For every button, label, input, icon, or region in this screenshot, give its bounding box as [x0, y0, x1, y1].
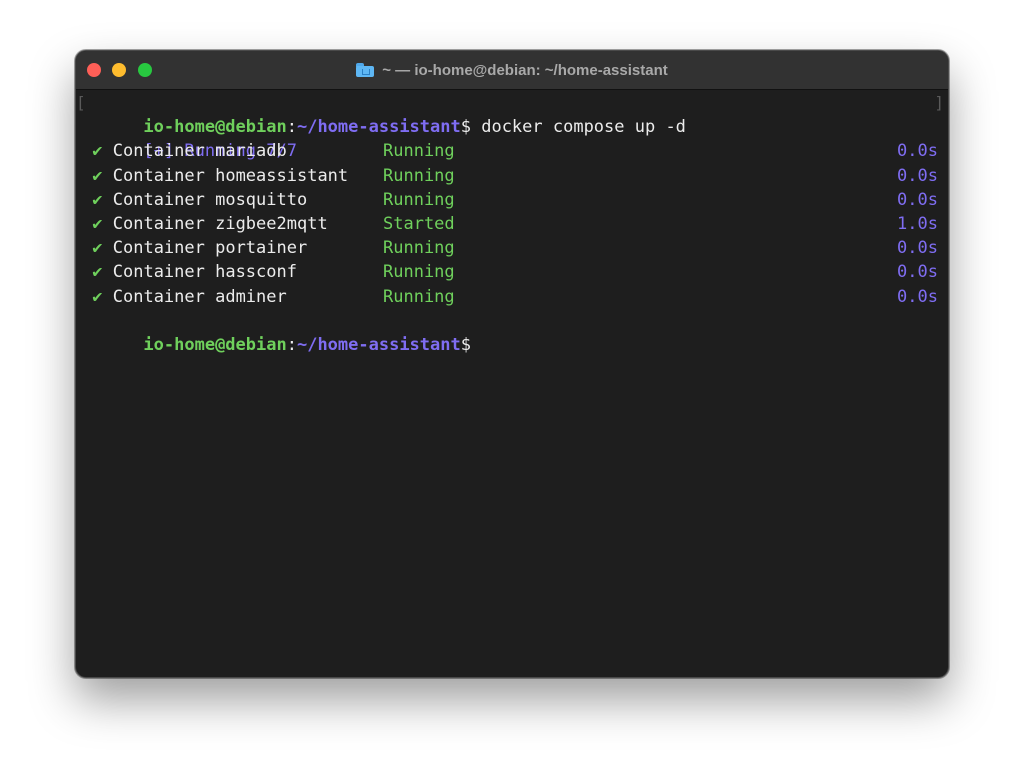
checkmark-icon: ✔: [92, 141, 103, 162]
container-duration: 0.0s: [897, 286, 938, 307]
container-label: Container portainer: [112, 238, 308, 259]
checkmark-icon: ✔: [92, 286, 103, 307]
container-line: ✔ Container mariadb Running 0.0s: [82, 139, 940, 163]
terminal-window: ~ — io-home@debian: ~/home-assistant [io…: [75, 50, 949, 678]
container-label: Container homeassistant: [112, 165, 349, 186]
container-label: Container zigbee2mqtt: [112, 213, 328, 234]
mark-bracket-right: ]: [934, 93, 944, 112]
checkmark-icon: ✔: [92, 165, 103, 186]
container-label: Container hassconf: [112, 262, 297, 283]
window-title: ~ — io-home@debian: ~/home-assistant: [382, 61, 668, 79]
container-line: ✔ Container portainer Running 0.0s: [82, 236, 940, 260]
checkmark-icon: ✔: [92, 262, 103, 283]
folder-home-icon: [356, 63, 375, 77]
container-duration: 1.0s: [897, 213, 938, 234]
terminal-content[interactable]: [io-home@debian:~/home-assistant$ docker…: [76, 91, 944, 677]
container-status: Running: [383, 286, 455, 307]
container-duration: 0.0s: [897, 189, 938, 210]
progress-line: [+] Running 7/7: [82, 115, 940, 161]
prompt-path: ~/home-assistant: [296, 334, 461, 355]
container-line: ✔ Container homeassistant Running 0.0s: [82, 164, 940, 188]
container-label: Container mariadb: [112, 141, 287, 162]
container-label: Container mosquitto: [112, 189, 308, 210]
checkmark-icon: ✔: [92, 238, 103, 259]
container-line: ✔ Container adminer Running 0.0s: [82, 285, 940, 309]
container-line: ✔ Container mosquitto Running 0.0s: [82, 188, 940, 212]
container-label: Container adminer: [112, 286, 287, 307]
prompt-colon: :: [286, 334, 297, 355]
container-duration: 0.0s: [897, 141, 938, 162]
container-status: Running: [383, 262, 455, 283]
prompt-user-host: io-home@debian: [143, 334, 287, 355]
prompt-dollar: $: [460, 334, 471, 355]
container-line: ✔ Container hassconf Running 0.0s: [82, 260, 940, 284]
command-line: [io-home@debian:~/home-assistant$ docker…: [76, 91, 944, 137]
checkmark-icon: ✔: [92, 213, 103, 234]
container-status: Running: [383, 238, 455, 259]
checkmark-icon: ✔: [92, 189, 103, 210]
mark-bracket-left: [: [76, 93, 86, 112]
container-status: Running: [383, 189, 455, 210]
container-duration: 0.0s: [897, 262, 938, 283]
container-duration: 0.0s: [897, 165, 938, 186]
title-bar[interactable]: ~ — io-home@debian: ~/home-assistant: [76, 51, 948, 90]
container-duration: 0.0s: [897, 238, 938, 259]
window-title-container: ~ — io-home@debian: ~/home-assistant: [76, 51, 948, 89]
container-status: Started: [383, 213, 455, 234]
container-status: Running: [383, 165, 455, 186]
container-line: ✔ Container zigbee2mqtt Started 1.0s: [82, 212, 940, 236]
prompt-line: io-home@debian:~/home-assistant$: [82, 309, 940, 355]
container-status: Running: [383, 141, 455, 162]
